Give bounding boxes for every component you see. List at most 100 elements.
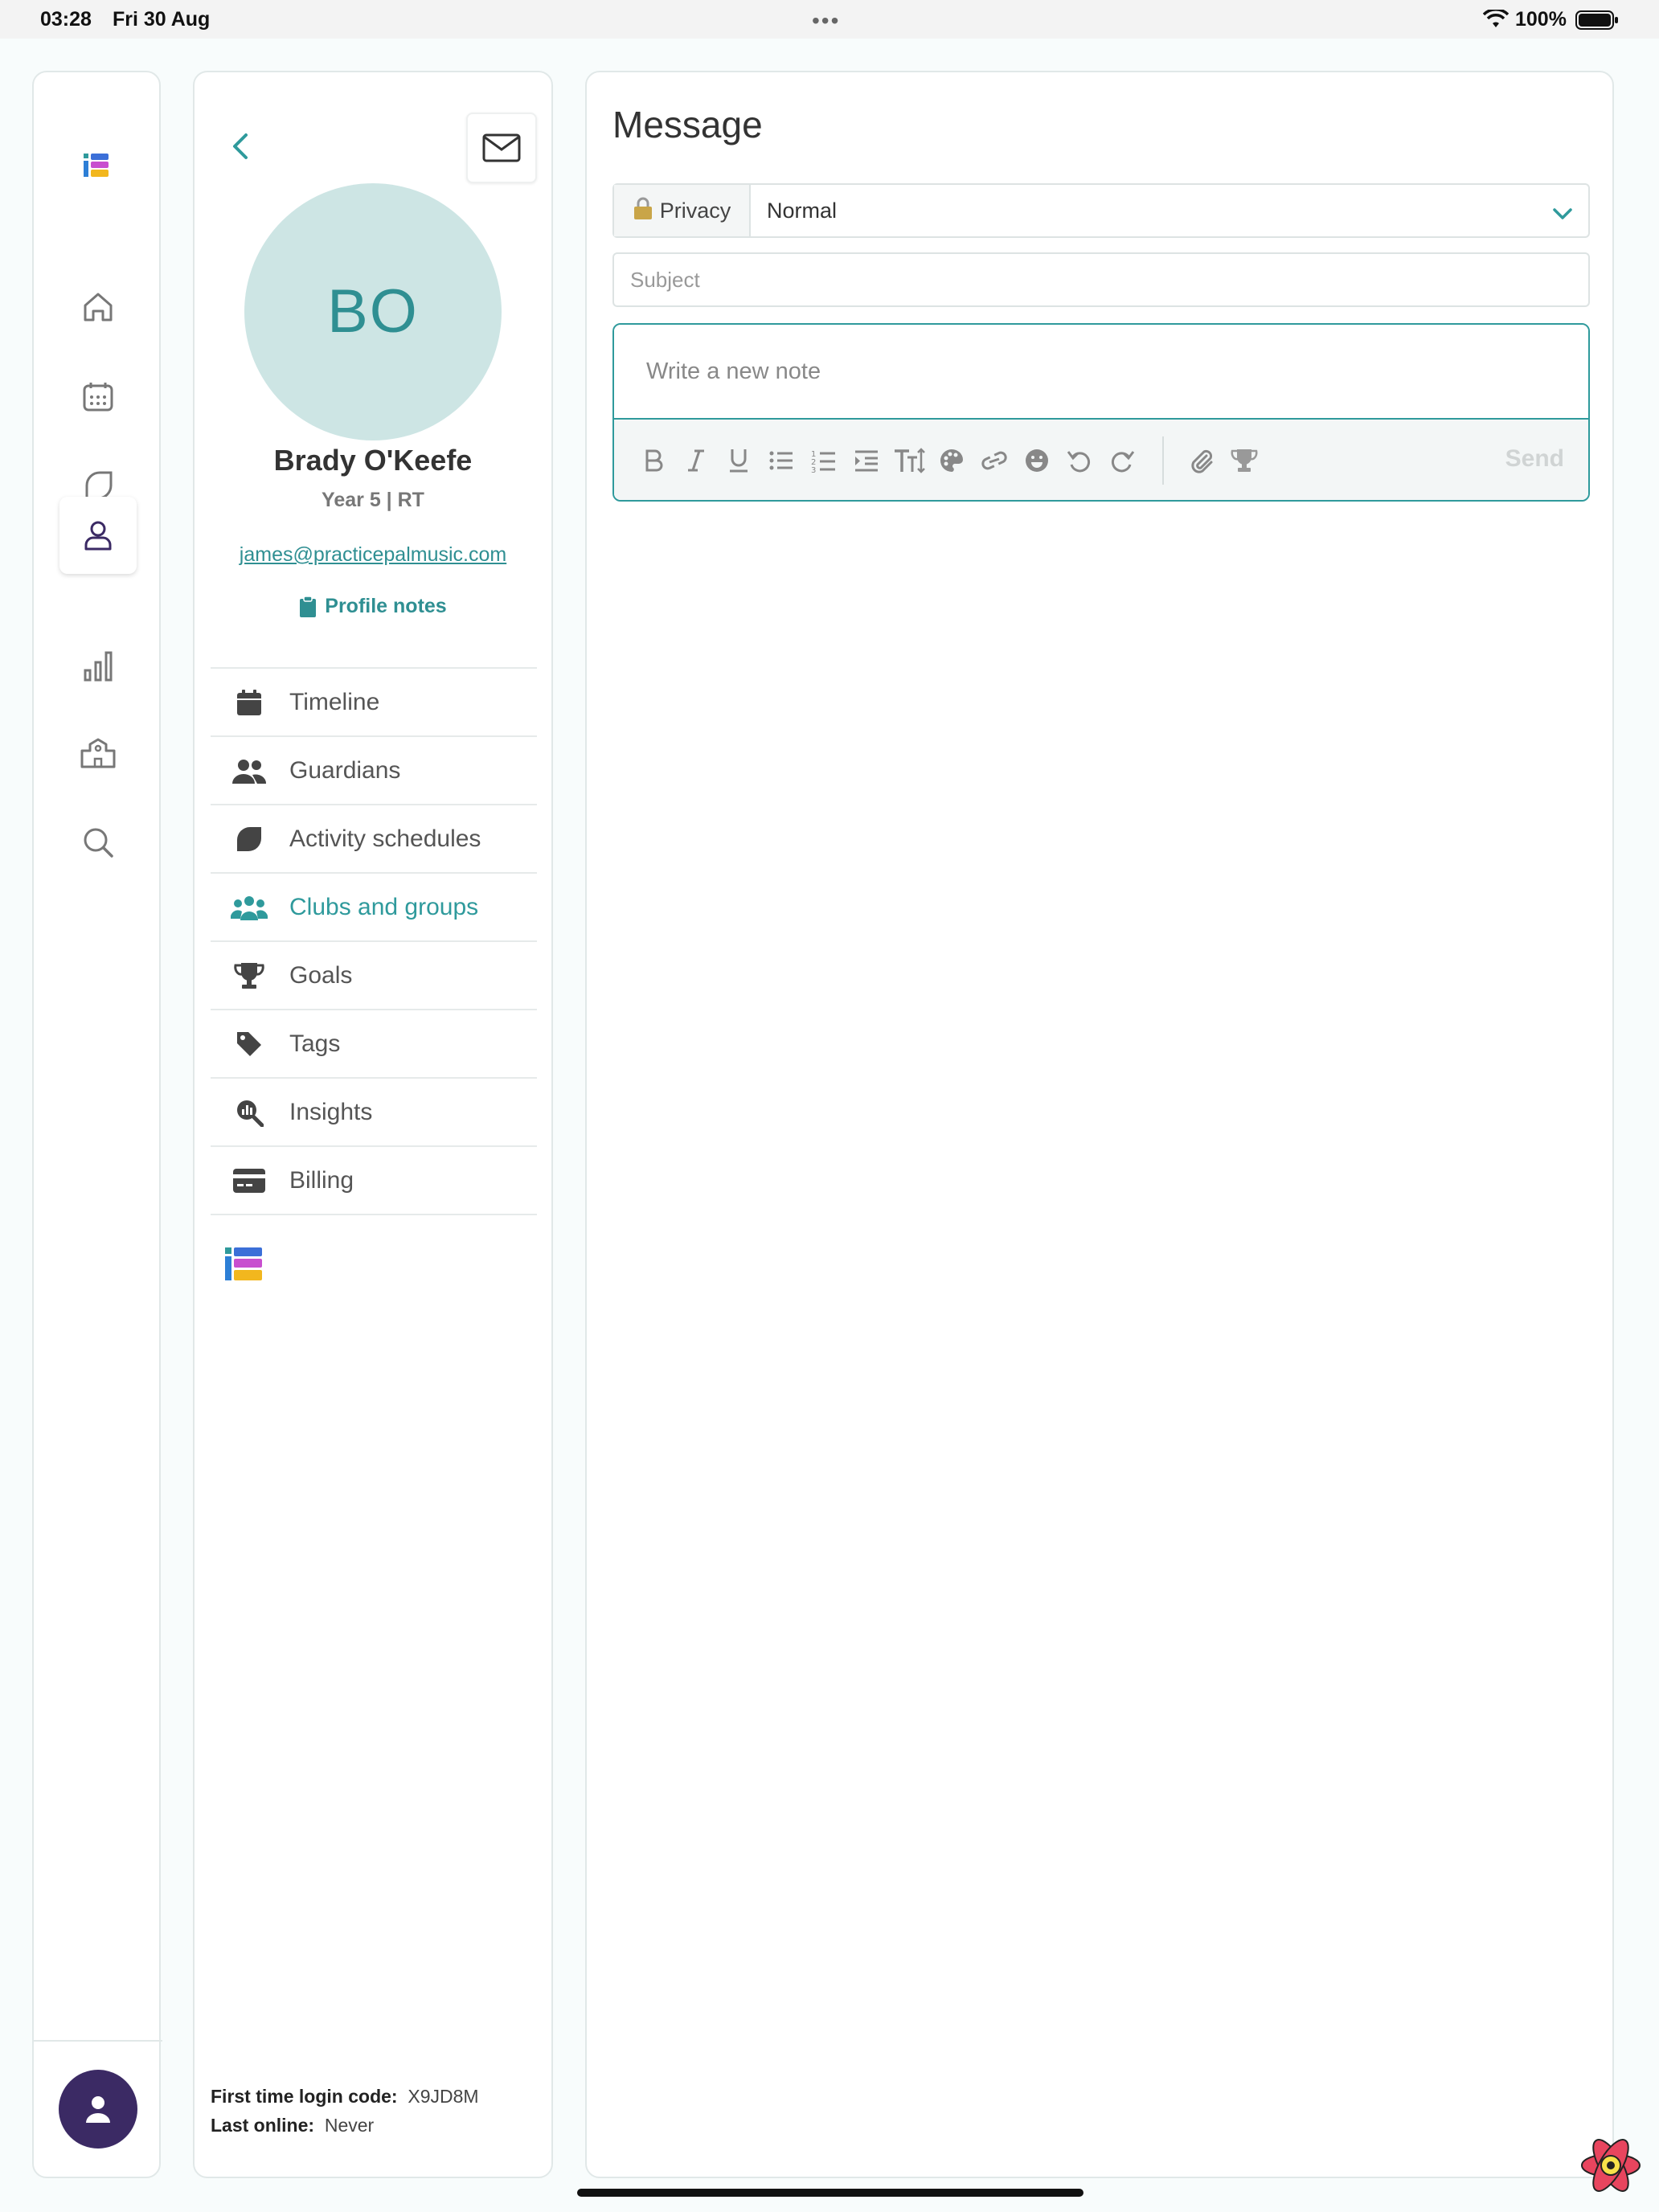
bold-button[interactable] <box>633 440 674 481</box>
menu-label: Timeline <box>289 688 380 715</box>
student-year-class: Year 5 | RT <box>322 489 424 511</box>
message-panel: Message Privacy Normal Subject Write a n… <box>585 71 1614 2178</box>
note-editor: Write a new note 123 Send <box>612 323 1590 502</box>
menu-item-timeline[interactable]: Timeline <box>211 667 537 735</box>
battery-percent: 100% <box>1515 8 1567 31</box>
menu-label: Tags <box>289 1030 341 1057</box>
student-avatar: BO <box>244 183 502 440</box>
credit-card-icon <box>233 1168 265 1193</box>
italic-icon <box>688 449 704 472</box>
privacy-select[interactable]: Normal <box>751 185 1588 236</box>
menu-item-goals[interactable]: Goals <box>211 940 537 1009</box>
emoji-button[interactable] <box>1017 440 1057 481</box>
home-indicator <box>577 2189 1083 2197</box>
bullet-list-button[interactable] <box>761 440 801 481</box>
nav-students[interactable] <box>59 497 137 574</box>
palette-icon <box>940 449 963 472</box>
indent-button[interactable] <box>846 440 887 481</box>
redo-button[interactable] <box>1102 440 1142 481</box>
menu-label: Guardians <box>289 756 401 784</box>
link-button[interactable] <box>974 440 1014 481</box>
privacy-value: Normal <box>767 198 838 223</box>
menu-item-insights[interactable]: Insights <box>211 1077 537 1145</box>
menu-divider <box>211 1214 537 1215</box>
tag-icon <box>237 1031 261 1056</box>
back-button[interactable] <box>225 130 257 162</box>
subject-input[interactable]: Subject <box>612 252 1590 307</box>
calendar-icon <box>237 689 261 715</box>
nav-home[interactable] <box>59 268 137 346</box>
editor-toolbar: 123 Send <box>614 420 1588 500</box>
status-time: 03:28 <box>40 8 92 31</box>
user-avatar-icon <box>86 2096 110 2123</box>
menu-item-clubs-and-groups[interactable]: Clubs and groups <box>211 872 537 940</box>
nav-school[interactable] <box>59 715 137 793</box>
underline-icon <box>730 449 748 473</box>
chevron-down-icon <box>1551 203 1574 227</box>
note-textarea[interactable]: Write a new note <box>614 325 1588 420</box>
underline-button[interactable] <box>719 440 759 481</box>
multitasking-dots[interactable]: ••• <box>812 8 840 34</box>
message-button[interactable] <box>466 113 537 183</box>
student-email-link[interactable]: james@practicepalmusic.com <box>195 543 551 567</box>
clipboard-icon <box>300 595 317 617</box>
wifi-icon <box>1482 8 1509 35</box>
app-logo-icon <box>223 1246 265 1287</box>
text-size-button[interactable] <box>889 440 929 481</box>
numbered-list-button[interactable]: 123 <box>804 440 844 481</box>
color-button[interactable] <box>932 440 972 481</box>
nav-reports[interactable] <box>59 627 137 704</box>
login-code-label: First time login code: <box>211 2086 398 2107</box>
goal-button[interactable] <box>1224 440 1264 481</box>
menu-label: Goals <box>289 961 353 989</box>
menu-item-billing[interactable]: Billing <box>211 1145 537 1214</box>
envelope-icon <box>482 133 521 162</box>
insights-icon <box>237 1100 264 1127</box>
attach-button[interactable] <box>1182 440 1222 481</box>
student-profile-panel: BO Brady O'Keefe Year 5 | RT james@pract… <box>193 71 553 2178</box>
student-name: Brady O'Keefe <box>273 444 473 477</box>
numbered-list-icon: 123 <box>811 450 835 473</box>
app-logo-icon[interactable] <box>82 149 114 185</box>
status-date: Fri 30 Aug <box>113 8 211 31</box>
nav-search[interactable] <box>59 804 137 881</box>
battery-icon <box>1575 10 1619 35</box>
users-icon <box>232 759 267 784</box>
menu-label: Activity schedules <box>289 825 481 852</box>
group-icon <box>231 895 268 920</box>
svg-text:3: 3 <box>811 466 816 473</box>
login-code-value: X9JD8M <box>408 2086 479 2107</box>
menu-label: Clubs and groups <box>289 893 479 920</box>
link-icon <box>981 451 1007 470</box>
redo-icon <box>1111 451 1135 473</box>
bullet-list-icon <box>769 451 793 470</box>
nav-calendar[interactable] <box>59 358 137 436</box>
indent-icon <box>855 450 878 472</box>
last-online-value: Never <box>324 2115 375 2136</box>
italic-button[interactable] <box>676 440 716 481</box>
undo-icon <box>1067 451 1091 473</box>
last-online-label: Last online: <box>211 2115 315 2136</box>
privacy-label: Privacy <box>614 185 751 236</box>
menu-item-guardians[interactable]: Guardians <box>211 735 537 804</box>
react-devtools-icon[interactable] <box>1577 2132 1645 2203</box>
person-icon <box>84 521 112 551</box>
school-icon <box>80 738 116 768</box>
user-account-button[interactable] <box>59 2070 137 2149</box>
text-size-icon <box>895 448 925 473</box>
bar-chart-icon <box>84 651 113 682</box>
privacy-label-text: Privacy <box>659 198 731 223</box>
calendar-icon <box>83 383 113 412</box>
trophy-icon <box>1231 449 1258 472</box>
menu-item-activity-schedules[interactable]: Activity schedules <box>211 804 537 872</box>
toolbar-divider <box>1162 436 1164 485</box>
home-icon <box>84 293 113 322</box>
rail-divider <box>34 2040 162 2042</box>
nav-rail <box>32 71 162 2178</box>
chevron-left-icon <box>233 133 248 159</box>
profile-notes-link[interactable]: Profile notes <box>195 595 551 618</box>
menu-item-tags[interactable]: Tags <box>211 1009 537 1077</box>
login-info: First time login code: X9JD8M Last onlin… <box>211 2082 479 2140</box>
send-button[interactable]: Send <box>1505 445 1564 473</box>
undo-button[interactable] <box>1059 440 1100 481</box>
